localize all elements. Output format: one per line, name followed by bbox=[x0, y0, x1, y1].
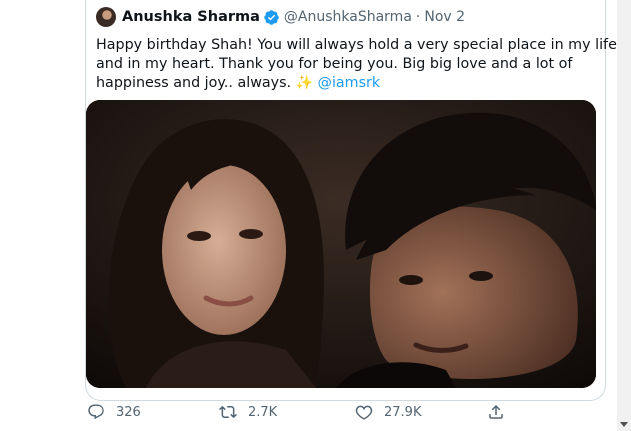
retweet-button[interactable]: 2.7K bbox=[219, 401, 277, 423]
retweet-icon bbox=[219, 405, 237, 419]
header-separator: · bbox=[415, 9, 421, 25]
reply-count: 326 bbox=[116, 404, 141, 420]
sparkles-emoji: ✨ bbox=[295, 75, 314, 91]
tweet-text-line-last: happiness and joy.. always. ✨ @iamsrk bbox=[96, 74, 591, 93]
tweet-actions: 326 2.7K 27.9K bbox=[0, 401, 617, 423]
author-handle[interactable]: @AnushkaSharma bbox=[284, 9, 412, 25]
scroll-down-arrow-icon[interactable] bbox=[620, 422, 628, 427]
author-name[interactable]: Anushka Sharma bbox=[122, 9, 260, 25]
reply-icon bbox=[88, 404, 104, 420]
share-button[interactable] bbox=[487, 401, 516, 423]
retweet-count: 2.7K bbox=[248, 404, 278, 420]
tweet-text: Happy birthday Shah! You will always hol… bbox=[96, 36, 617, 93]
like-button[interactable]: 27.9K bbox=[355, 401, 421, 423]
tweet-photo[interactable] bbox=[86, 100, 596, 388]
reply-button[interactable]: 326 bbox=[87, 401, 141, 423]
tweet-column: Anushka Sharma @AnushkaSharma · Nov 2 Ha… bbox=[0, 0, 617, 431]
tweet-text-line: Happy birthday Shah! You will always hol… bbox=[96, 37, 617, 53]
tweet-date[interactable]: Nov 2 bbox=[424, 9, 465, 25]
author-avatar[interactable] bbox=[96, 7, 116, 27]
tweet-text-line: happiness and joy.. always. bbox=[96, 75, 292, 91]
heart-icon bbox=[355, 405, 373, 420]
photo-image bbox=[86, 100, 596, 388]
tweet-header: Anushka Sharma @AnushkaSharma · Nov 2 bbox=[96, 6, 465, 28]
tweet-text-line: and in my heart. Thank you for being you… bbox=[96, 56, 573, 72]
like-count: 27.9K bbox=[384, 404, 422, 420]
verified-badge-icon bbox=[264, 9, 279, 25]
page-scrollbar[interactable] bbox=[617, 0, 631, 431]
share-icon bbox=[489, 404, 503, 419]
mention-link[interactable]: @iamsrk bbox=[318, 75, 381, 91]
